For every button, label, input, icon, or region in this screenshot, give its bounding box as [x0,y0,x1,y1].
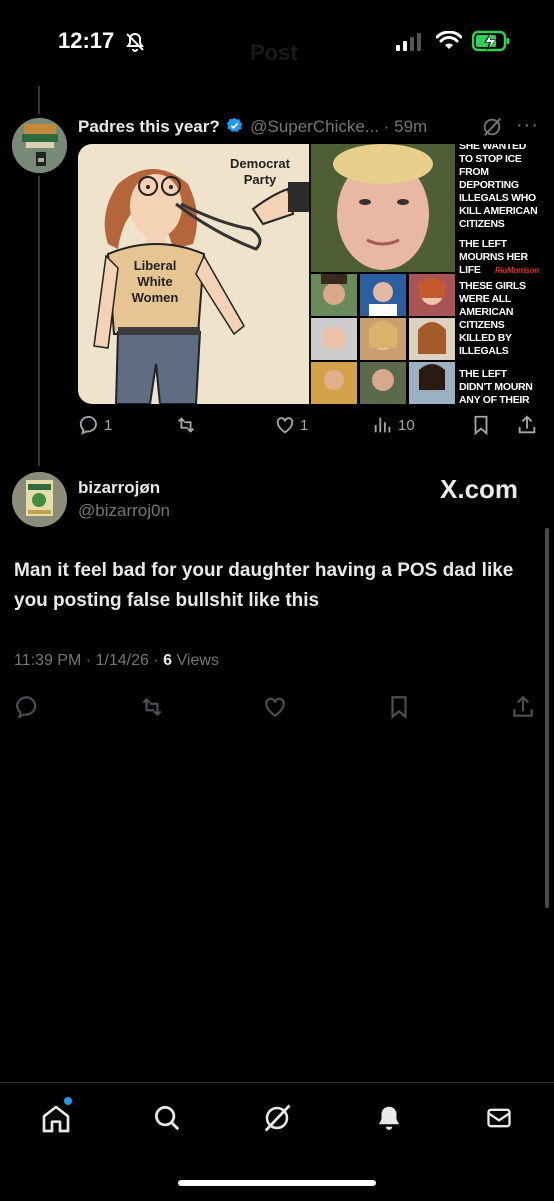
scrollbar[interactable] [545,528,549,908]
quoted-avatar[interactable] [12,118,67,173]
reply-display-name[interactable]: bizarrojøn [78,478,160,498]
reply-handle[interactable]: @bizarroj0n [78,501,170,521]
share-icon[interactable] [510,694,536,720]
messages-icon[interactable] [484,1104,514,1132]
post-dot-1: · [85,652,92,669]
post-time: 11:39 PM [14,652,82,669]
grok-icon[interactable] [481,116,503,138]
verified-badge-icon [227,117,243,133]
thread-connector-top [38,86,40,114]
cellular-signal-icon [396,33,421,51]
post-views-count: 6 [163,652,173,669]
heart-icon [276,417,294,434]
quoted-handle[interactable]: @SuperChicke... [250,117,379,136]
reply-count: 1 [104,416,113,434]
quoted-post-header: Padres this year? @SuperChicke... · 59m [78,117,427,137]
quoted-action-bar: 1 1 10 [78,414,541,440]
like-count: 1 [300,416,309,434]
like-button[interactable]: 1 [274,414,308,436]
views-count: 10 [398,416,415,434]
shirt-text-2: White [137,274,173,289]
avatar-image [12,472,67,527]
repost-button[interactable] [174,414,202,436]
separator-dot: · [383,117,390,136]
post-dot-2: · [153,652,159,669]
more-options-icon[interactable]: ··· [516,114,539,137]
bookmark-icon[interactable] [470,414,492,436]
header-title: Post [250,40,298,65]
home-icon[interactable] [40,1103,72,1135]
reply-icon[interactable] [14,694,40,720]
home-notification-dot [64,1097,72,1105]
bookmark-icon[interactable] [386,694,412,720]
views-button[interactable]: 10 [372,414,415,436]
media-cartoon[interactable]: Democrat Party Liberal White Women [78,144,309,404]
share-icon[interactable] [516,414,538,436]
notifications-icon[interactable] [374,1102,404,1134]
quoted-time: 59m [394,117,428,136]
meme-signature: RioMorrison [495,266,539,275]
cartoon-label-party-2: Party [243,172,277,187]
home-indicator [178,1180,376,1186]
meme-top-text: SHE WANTED TO STOP ICE FROM DEPORTING IL… [459,144,538,230]
quoted-media[interactable]: Democrat Party Liberal White Women SHE W… [78,144,541,404]
quoted-display-name[interactable]: Padres this year? [78,117,220,136]
post-timestamp: 11:39 PM · 1/14/26 · 6 Views [14,652,219,670]
reply-text: Man it feel bad for your daughter having… [14,560,514,611]
reply-button[interactable]: 1 [78,414,112,436]
post-date: 1/14/26 [95,652,149,669]
battery-charging-icon [472,30,510,52]
reply-action-bar [14,694,539,720]
meme-text-column: SHE WANTED TO STOP ICE FROM DEPORTING IL… [457,144,541,404]
meme-photo-top [311,144,455,272]
search-icon[interactable] [152,1103,182,1133]
mute-bell-icon [126,32,144,52]
reply-icon [79,415,97,435]
shirt-text-1: Liberal [133,258,177,273]
meme-photo-grid [311,274,455,404]
media-meme[interactable]: SHE WANTED TO STOP ICE FROM DEPORTING IL… [311,144,541,404]
post-views-label: Views [176,652,219,669]
repost-icon [178,417,194,433]
meme-didnt-text: THE LEFT DIDN'T MOURN ANY OF THEIR LIVES [459,368,533,404]
shirt-text-3: Women [131,290,179,305]
meme-girls-text: THESE GIRLS WERE ALL AMERICAN CITIZENS K… [459,280,526,357]
status-time: 12:17 [58,28,115,53]
grok-icon[interactable] [262,1103,292,1133]
views-chart-icon [374,417,391,433]
cartoon-label-party-1: Democrat [230,156,290,171]
avatar-image [12,118,67,173]
thread-connector [38,176,40,466]
repost-icon[interactable] [138,694,166,720]
heart-icon[interactable] [262,694,288,720]
x-com-watermark: X.com [440,474,519,504]
wifi-icon [436,31,462,49]
reply-avatar[interactable] [12,472,67,527]
